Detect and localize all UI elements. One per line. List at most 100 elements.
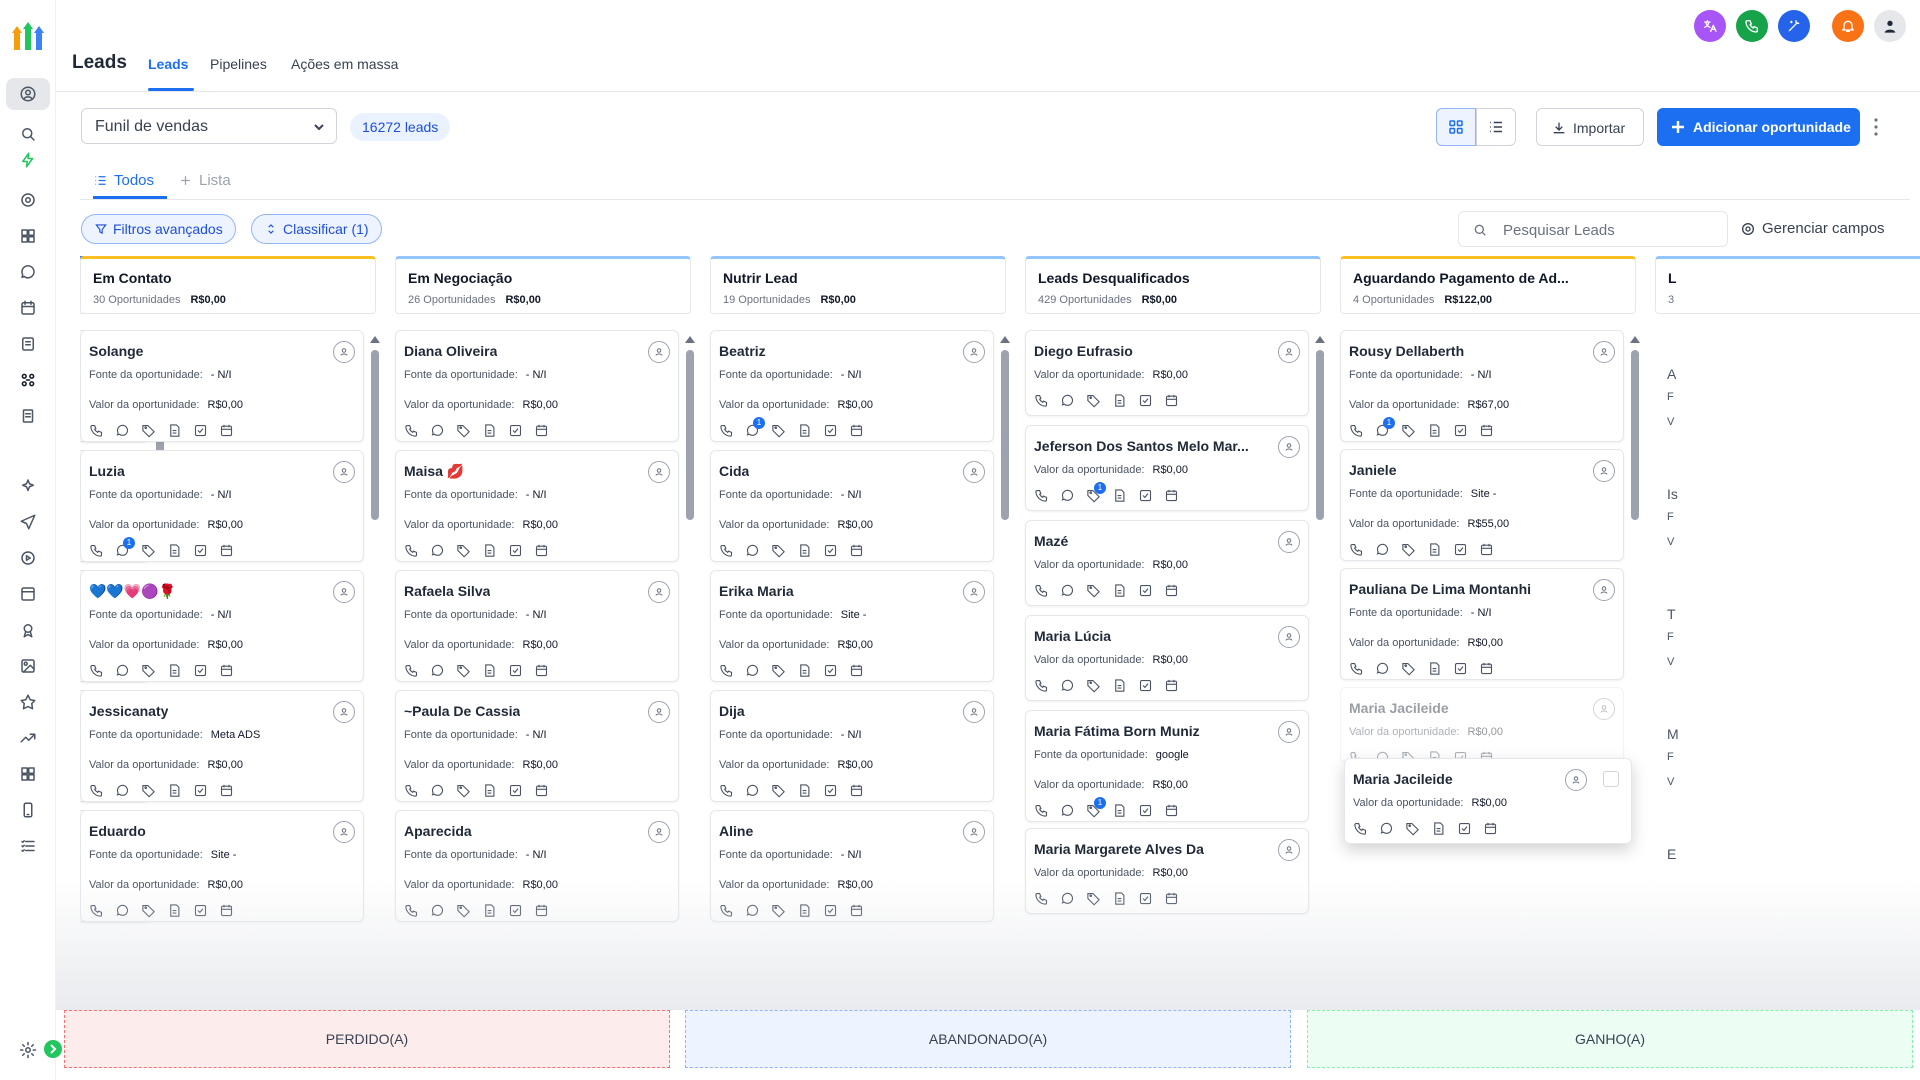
lead-card[interactable]: Rafaela Silva Fonte da oportunidade: - N/I…	[395, 570, 679, 682]
lead-card[interactable]: Eduardo Fonte da oportunidade: Site - Valor…	[80, 810, 364, 922]
scroll-up-arrow[interactable]	[370, 336, 380, 343]
app-marketplace-icon[interactable]	[16, 762, 40, 786]
phone-icon[interactable]	[89, 543, 107, 561]
scrollbar-thumb[interactable]	[371, 350, 379, 520]
assign-user-icon[interactable]	[963, 821, 985, 843]
scroll-up-arrow[interactable]	[1315, 336, 1325, 343]
chat-icon[interactable]	[1060, 891, 1078, 909]
appointment-icon[interactable]	[1164, 678, 1182, 696]
task-icon[interactable]	[193, 903, 211, 921]
chat-icon[interactable]	[745, 783, 763, 801]
assign-user-icon[interactable]	[648, 821, 670, 843]
lead-card[interactable]: Maria Jacileide Valor da oportunidade: R$0…	[1340, 687, 1624, 763]
task-icon[interactable]	[1138, 393, 1156, 411]
tag-icon[interactable]	[1401, 661, 1419, 679]
chat-icon[interactable]: 1	[115, 537, 135, 561]
tag-icon[interactable]	[1086, 891, 1104, 909]
scrollbar-thumb[interactable]	[686, 350, 694, 520]
dropzone-perdido[interactable]: PERDIDO(A)	[64, 1010, 670, 1068]
lead-card[interactable]: Maria Margarete Alves Da Valor da oportun…	[1025, 828, 1309, 914]
phone-icon[interactable]	[1034, 393, 1052, 411]
assign-user-icon[interactable]	[1278, 839, 1300, 861]
task-icon[interactable]	[823, 663, 841, 681]
phone-icon[interactable]	[89, 663, 107, 681]
appointment-icon[interactable]	[1483, 821, 1501, 839]
tag-icon[interactable]	[141, 783, 159, 801]
bell-icon[interactable]	[1832, 10, 1864, 42]
assign-user-icon[interactable]	[648, 461, 670, 483]
chat-icon[interactable]	[115, 903, 133, 921]
note-icon[interactable]	[167, 903, 185, 921]
mobile-app-icon[interactable]	[16, 798, 40, 822]
task-icon[interactable]	[1453, 542, 1471, 560]
phone-icon[interactable]	[1349, 542, 1367, 560]
chat-icon[interactable]	[1060, 488, 1078, 506]
phone-icon[interactable]	[719, 783, 737, 801]
pipeline-select[interactable]: Funil de vendas	[81, 108, 337, 144]
note-icon[interactable]	[1112, 678, 1130, 696]
assign-user-icon[interactable]	[333, 821, 355, 843]
select-checkbox[interactable]	[1603, 771, 1619, 787]
phone-icon[interactable]	[404, 783, 422, 801]
tag-icon[interactable]	[141, 663, 159, 681]
tag-icon[interactable]	[141, 903, 159, 921]
tab-acoes-em-massa[interactable]: Ações em massa	[291, 56, 398, 72]
assign-user-icon[interactable]	[1278, 531, 1300, 553]
translate-icon[interactable]	[1694, 10, 1726, 42]
task-icon[interactable]	[508, 423, 526, 441]
task-icon[interactable]	[193, 423, 211, 441]
tag-icon[interactable]	[771, 903, 789, 921]
tag-icon[interactable]	[456, 783, 474, 801]
appointment-icon[interactable]	[534, 663, 552, 681]
task-icon[interactable]	[193, 663, 211, 681]
note-icon[interactable]	[797, 783, 815, 801]
appointment-icon[interactable]	[534, 423, 552, 441]
lead-card[interactable]: Diana Oliveira Fonte da oportunidade: - N/…	[395, 330, 679, 442]
assign-user-icon[interactable]	[648, 701, 670, 723]
phone-icon[interactable]	[404, 663, 422, 681]
note-icon[interactable]	[1431, 821, 1449, 839]
dropzone-abandonado[interactable]: ABANDONADO(A)	[685, 1010, 1291, 1068]
settings-gear-icon[interactable]	[16, 1038, 40, 1062]
scrollbar-thumb[interactable]	[1631, 350, 1639, 520]
view-tab-todos[interactable]: Todos	[93, 172, 154, 189]
task-icon[interactable]	[193, 543, 211, 561]
appointment-icon[interactable]	[849, 663, 867, 681]
search-leads-input[interactable]: Pesquisar Leads	[1458, 211, 1728, 247]
assign-user-icon[interactable]	[333, 581, 355, 603]
task-icon[interactable]	[508, 543, 526, 561]
chat-icon[interactable]	[1375, 542, 1393, 560]
tab-pipelines[interactable]: Pipelines	[210, 56, 267, 72]
assign-user-icon[interactable]	[1278, 626, 1300, 648]
lead-card[interactable]: Mazé Valor da oportunidade: R$0,00	[1025, 520, 1309, 606]
task-icon[interactable]	[508, 663, 526, 681]
note-icon[interactable]	[482, 663, 500, 681]
assign-user-icon[interactable]	[963, 701, 985, 723]
task-icon[interactable]	[1138, 488, 1156, 506]
tag-icon[interactable]	[1086, 393, 1104, 411]
chat-icon[interactable]	[115, 783, 133, 801]
reputation-icon[interactable]	[16, 690, 40, 714]
phone-icon[interactable]	[719, 663, 737, 681]
note-icon[interactable]	[1427, 423, 1445, 441]
chat-icon[interactable]	[1375, 661, 1393, 679]
phone-icon[interactable]	[1034, 803, 1052, 821]
task-icon[interactable]	[1138, 891, 1156, 909]
task-icon[interactable]	[823, 903, 841, 921]
lead-card[interactable]: Dija Fonte da oportunidade: - N/I Valor da …	[710, 690, 994, 802]
note-icon[interactable]	[1427, 542, 1445, 560]
appointment-icon[interactable]	[849, 543, 867, 561]
appointment-icon[interactable]	[1479, 423, 1497, 441]
phone-icon[interactable]	[1353, 821, 1371, 839]
appointment-icon[interactable]	[1164, 583, 1182, 601]
assign-user-icon[interactable]	[1278, 436, 1300, 458]
task-icon[interactable]	[1453, 423, 1471, 441]
conversations-icon[interactable]	[16, 260, 40, 284]
more-options-icon[interactable]	[1872, 116, 1880, 138]
phone-icon[interactable]	[719, 423, 737, 441]
note-icon[interactable]	[482, 543, 500, 561]
manage-fields-button[interactable]: Gerenciar campos	[1740, 220, 1885, 237]
add-list-tab[interactable]: Lista	[178, 172, 231, 189]
scrollbar-thumb[interactable]	[1316, 350, 1324, 520]
note-icon[interactable]	[797, 423, 815, 441]
